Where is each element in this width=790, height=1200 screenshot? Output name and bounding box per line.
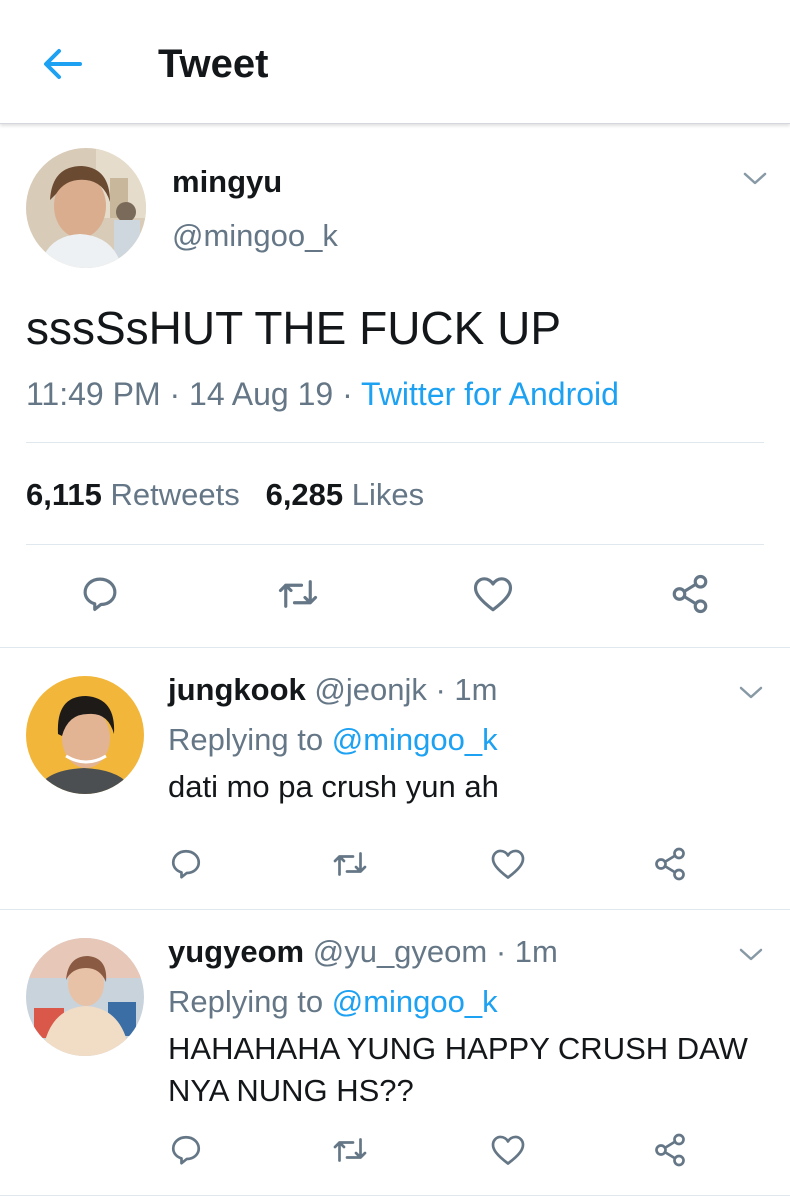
share-button[interactable] <box>648 1128 692 1172</box>
back-button[interactable] <box>38 40 86 88</box>
share-icon <box>672 574 708 614</box>
tweet-time: 11:49 PM <box>26 376 161 412</box>
heart-icon <box>473 577 513 612</box>
reply-text: HAHAHAHA YUNG HAPPY CRUSH DAW NYA NUNG H… <box>168 1031 748 1108</box>
reply-tweet[interactable]: yugyeom @yu_gyeom · 1m Replying to @ming… <box>0 910 790 1196</box>
share-icon <box>655 847 685 881</box>
replying-to: Replying to @mingoo_k <box>168 982 498 1022</box>
like-button[interactable] <box>486 842 530 886</box>
retweets-count: 6,115 <box>26 477 102 512</box>
heart-icon <box>491 849 525 879</box>
tweet-stats: 6,115 Retweets 6,285 Likes <box>26 475 424 515</box>
reply-button[interactable] <box>164 842 208 886</box>
meta-separator: · <box>342 376 353 412</box>
reply-header: jungkook @jeonjk · 1m <box>168 670 498 710</box>
tweet-meta: 11:49 PM · 14 Aug 19 · Twitter for Andro… <box>26 374 619 414</box>
retweet-button[interactable] <box>328 842 372 886</box>
retweet-icon <box>278 580 318 608</box>
main-tweet: mingyu @mingoo_k sssSsHUT THE FUCK UP 11… <box>0 124 790 648</box>
reply-icon <box>171 849 201 879</box>
retweet-button[interactable] <box>274 570 322 618</box>
retweets-stat[interactable]: 6,115 Retweets <box>26 477 240 512</box>
heart-icon <box>491 1135 525 1165</box>
reply-icon <box>83 577 117 611</box>
divider <box>26 442 764 443</box>
tweet-menu-button[interactable] <box>740 164 770 194</box>
retweet-icon <box>333 852 367 876</box>
top-app-bar: Tweet <box>0 0 790 124</box>
replying-to: Replying to @mingoo_k <box>168 720 498 760</box>
tweet-date: 14 Aug 19 <box>189 376 334 412</box>
likes-stat[interactable]: 6,285 Likes <box>266 477 425 512</box>
page-title: Tweet <box>158 42 269 86</box>
display-name[interactable]: mingyu <box>172 162 282 202</box>
tweet-menu-button[interactable] <box>736 678 766 708</box>
tweet-menu-button[interactable] <box>736 940 766 970</box>
user-handle[interactable]: @jeonjk <box>314 672 426 707</box>
display-name[interactable]: yugyeom <box>168 934 304 969</box>
user-handle[interactable]: @yu_gyeom <box>313 934 488 969</box>
retweets-label: Retweets <box>110 477 240 512</box>
like-button[interactable] <box>486 1128 530 1172</box>
chevron-down-icon <box>743 172 767 185</box>
likes-count: 6,285 <box>265 477 344 512</box>
divider <box>26 544 764 545</box>
share-button[interactable] <box>648 842 692 886</box>
retweet-button[interactable] <box>328 1128 372 1172</box>
avatar[interactable] <box>26 938 144 1056</box>
chevron-down-icon <box>739 686 763 699</box>
share-button[interactable] <box>666 570 714 618</box>
reply-text: dati mo pa crush yun ah <box>168 769 499 804</box>
like-button[interactable] <box>469 570 517 618</box>
reply-header: yugyeom @yu_gyeom · 1m <box>168 932 558 972</box>
mention-link[interactable]: @mingoo_k <box>332 984 498 1019</box>
likes-label: Likes <box>351 477 425 512</box>
mention-link[interactable]: @mingoo_k <box>332 722 498 757</box>
share-icon <box>655 1133 685 1167</box>
chevron-down-icon <box>739 948 763 961</box>
reply-tweet[interactable]: jungkook @jeonjk · 1m Replying to @mingo… <box>0 648 790 910</box>
retweet-icon <box>333 1138 367 1162</box>
replying-prefix: Replying to <box>168 984 324 1019</box>
tweet-text: sssSsHUT THE FUCK UP <box>26 302 562 354</box>
display-name[interactable]: jungkook <box>168 672 306 707</box>
meta-separator: · <box>169 376 181 412</box>
reply-button[interactable] <box>164 1128 208 1172</box>
back-arrow-icon <box>44 49 82 79</box>
reply-icon <box>171 1135 201 1165</box>
tweet-age: · 1m <box>495 934 558 969</box>
reply-button[interactable] <box>76 570 124 618</box>
tweet-age: · 1m <box>435 672 498 707</box>
avatar[interactable] <box>26 676 144 794</box>
tweet-source-link[interactable]: Twitter for Android <box>361 376 619 412</box>
avatar[interactable] <box>26 148 146 268</box>
replying-prefix: Replying to <box>168 722 324 757</box>
user-handle[interactable]: @mingoo_k <box>172 216 338 256</box>
